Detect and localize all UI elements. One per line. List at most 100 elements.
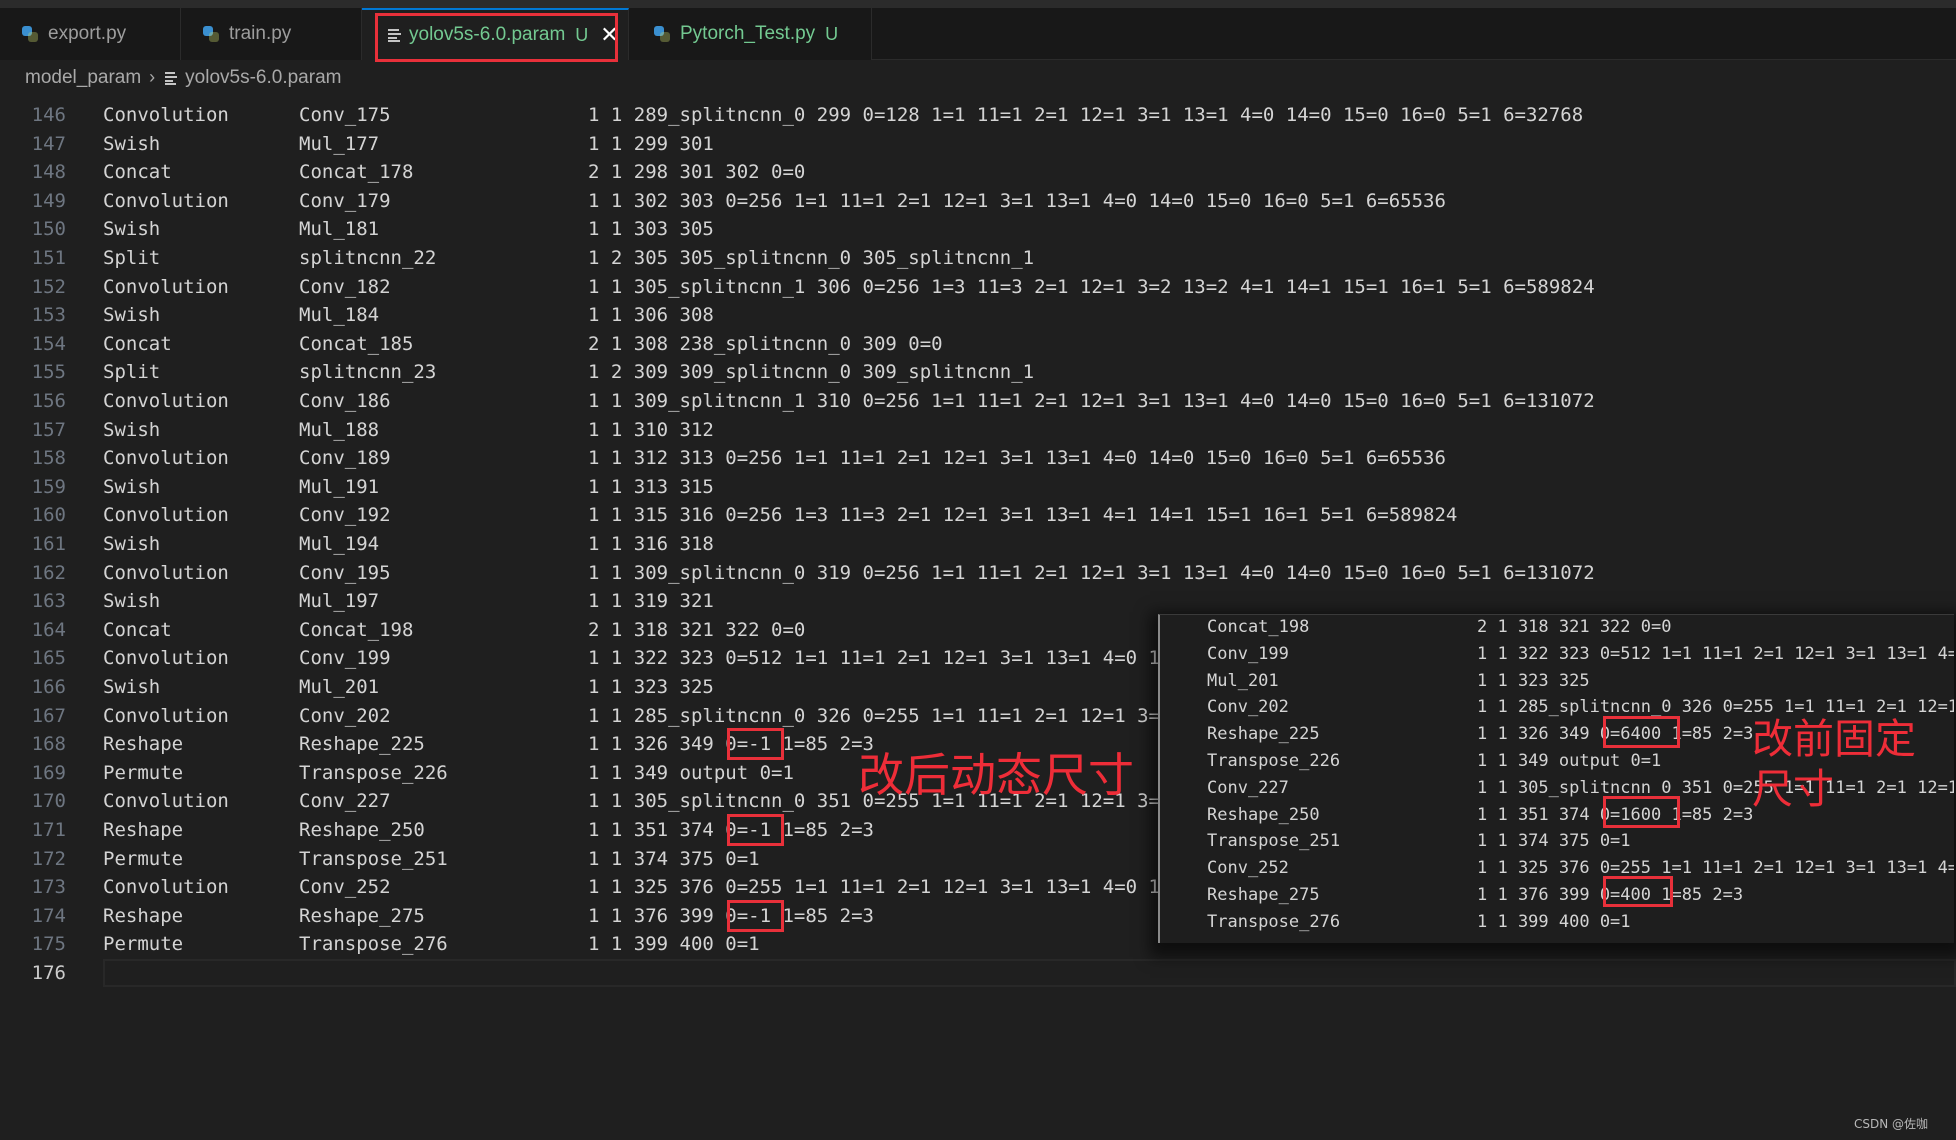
line-number: 149: [31, 189, 66, 212]
breadcrumb-folder[interactable]: model_param: [25, 67, 141, 89]
current-line-highlight: [103, 959, 1956, 987]
line-number: 148: [31, 161, 66, 184]
layer-name: Reshape_225: [299, 733, 425, 756]
code-line[interactable]: 158 Convolution Conv_189 1 1 312 313 0=256 …: [0, 444, 1956, 473]
layer-params: 1 1 319 321: [588, 590, 714, 613]
inset-layer-params: 1 1 349 output 0=1: [1477, 751, 1662, 771]
highlight-box-dynamic: [727, 728, 784, 761]
code-line[interactable]: 176: [0, 959, 1956, 988]
line-number: 157: [31, 418, 66, 441]
layer-params: 1 1 303 305: [588, 218, 714, 241]
tab-train-py[interactable]: train.py: [181, 8, 362, 60]
layer-params: 1 1 306 308: [588, 304, 714, 327]
code-line[interactable]: 162 Convolution Conv_195 1 1 309_splitncnn_…: [0, 559, 1956, 588]
layer-name: Transpose_251: [299, 847, 448, 870]
layer-type: Swish: [103, 418, 161, 441]
layer-name: Mul_194: [299, 533, 380, 555]
breadcrumb-file[interactable]: yolov5s-6.0.param: [185, 67, 341, 89]
line-number: 163: [31, 590, 66, 613]
code-line[interactable]: 160 Convolution Conv_192 1 1 315 316 0=256 …: [0, 501, 1956, 530]
inset-layer-name: Mul_201: [1207, 670, 1279, 691]
line-number: 156: [31, 390, 66, 412]
code-line[interactable]: 152 Convolution Conv_182 1 1 305_splitncnn_…: [0, 273, 1956, 302]
layer-type: Split: [103, 361, 161, 384]
line-number: 172: [31, 847, 66, 870]
line-number: 174: [31, 904, 66, 927]
layer-type: Swish: [103, 218, 161, 241]
python-icon: [654, 26, 670, 42]
layer-type: Permute: [103, 933, 184, 956]
code-line[interactable]: 161 Swish Mul_194 1 1 316 318: [0, 530, 1956, 559]
tab-label: export.py: [48, 23, 127, 44]
inset-layer-name: Conv_202: [1207, 697, 1289, 718]
code-line[interactable]: 155 Split splitncnn_23 1 2 309 309_splitncn…: [0, 358, 1956, 387]
layer-params: 1 1 305_splitncnn_1 306 0=256 1=3 11=3 2…: [588, 275, 1595, 298]
editor-tab-bar: export.py train.py yolov5s-6.0.param U ✕…: [0, 8, 1956, 60]
tab-pytorch-test-py[interactable]: Pytorch_Test.py U: [629, 8, 872, 60]
layer-name: Mul_184: [299, 304, 380, 327]
layer-type: Swish: [103, 304, 161, 327]
inset-layer-params: 1 1 322 323 0=512 1=1 11=1 2=1 12=1 3=1 …: [1477, 643, 1954, 664]
line-number: 167: [31, 704, 66, 727]
line-number: 166: [31, 676, 66, 698]
inset-layer-params: 1 1 323 325: [1477, 670, 1590, 691]
annotation-before-fixed-line2: 尺寸: [1752, 765, 1834, 813]
layer-params: 2 1 308 238_splitncnn_0 309 0=0: [588, 332, 943, 355]
line-number: 151: [31, 247, 66, 269]
layer-type: Permute: [103, 847, 184, 870]
code-line[interactable]: 154 Concat Concat_185 2 1 308 238_splitncnn…: [0, 330, 1956, 359]
layer-type: Convolution: [103, 104, 229, 126]
layer-name: Mul_201: [299, 676, 380, 698]
line-number: 170: [31, 790, 66, 813]
layer-params: 1 1 315 316 0=256 1=3 11=3 2=1 12=1 3=1 …: [588, 504, 1458, 527]
highlight-box-400: [1603, 876, 1673, 907]
layer-type: Swish: [103, 132, 161, 155]
inset-layer-name: Conv_199: [1207, 643, 1289, 664]
code-line[interactable]: 149 Convolution Conv_179 1 1 302 303 0=256 …: [0, 187, 1956, 216]
code-line[interactable]: 148 Concat Concat_178 2 1 298 301 302 0=0: [0, 158, 1956, 187]
inset-layer-name: Concat_198: [1207, 617, 1310, 637]
layer-params: 1 1 349 output 0=1: [588, 761, 794, 784]
tab-label: train.py: [229, 23, 292, 44]
inset-code-line: Reshape_275 1 1 376 399 0=400 1=85 2=3: [1160, 882, 1954, 909]
line-number: 165: [31, 647, 66, 670]
inset-layer-name: Conv_227: [1207, 777, 1289, 798]
layer-name: Concat_198: [299, 618, 414, 641]
line-number: 154: [31, 332, 66, 355]
layer-params: 1 1 310 312: [588, 418, 714, 441]
code-line[interactable]: 156 Convolution Conv_186 1 1 309_splitncnn_…: [0, 387, 1956, 416]
line-number: 153: [31, 304, 66, 327]
inset-layer-params: 1 1 305_splitncnn_0 351 0=255 1=1 11=1 2…: [1477, 777, 1954, 798]
code-line[interactable]: 147 Swish Mul_177 1 1 299 301: [0, 130, 1956, 159]
layer-type: Concat: [103, 618, 172, 641]
inset-layer-name: Transpose_226: [1207, 751, 1341, 771]
inset-code-line: Transpose_251 1 1 374 375 0=1: [1160, 828, 1954, 855]
code-line[interactable]: 157 Swish Mul_188 1 1 310 312: [0, 416, 1956, 445]
tab-export-py[interactable]: export.py: [0, 8, 181, 60]
code-line[interactable]: 146 Convolution Conv_175 1 1 289_splitncnn_…: [0, 101, 1956, 130]
layer-params: 1 2 309 309_splitncnn_0 309_splitncnn_1: [588, 361, 1035, 384]
layer-name: Transpose_226: [299, 761, 448, 784]
layer-type: Swish: [103, 533, 161, 555]
layer-params: 2 1 318 321 322 0=0: [588, 618, 806, 641]
line-number: 173: [31, 876, 66, 899]
inset-code-line: Mul_201 1 1 323 325: [1160, 668, 1954, 695]
comparison-inset: Concat_198 2 1 318 321 322 0=0 Conv_199 1 1…: [1158, 614, 1954, 943]
code-line[interactable]: 159 Swish Mul_191 1 1 313 315: [0, 473, 1956, 502]
code-line[interactable]: 151 Split splitncnn_22 1 2 305 305_splitncn…: [0, 244, 1956, 273]
layer-type: Convolution: [103, 447, 229, 470]
layer-type: Split: [103, 247, 161, 269]
layer-name: Transpose_276: [299, 933, 448, 956]
code-line[interactable]: 150 Swish Mul_181 1 1 303 305: [0, 215, 1956, 244]
layer-params: 1 1 323 325: [588, 676, 714, 698]
line-number: 162: [31, 561, 66, 584]
code-line[interactable]: 153 Swish Mul_184 1 1 306 308: [0, 301, 1956, 330]
code-line[interactable]: 163 Swish Mul_197 1 1 319 321: [0, 587, 1956, 616]
layer-name: Mul_188: [299, 418, 380, 441]
line-number: 146: [31, 104, 66, 126]
layer-params: 1 1 399 400 0=1: [588, 933, 760, 956]
breadcrumb: model_param › yolov5s-6.0.param: [25, 60, 341, 95]
layer-name: Conv_179: [299, 189, 391, 212]
annotation-after-dynamic-size: 改后动态尺寸: [858, 748, 1134, 802]
layer-type: Swish: [103, 475, 161, 498]
